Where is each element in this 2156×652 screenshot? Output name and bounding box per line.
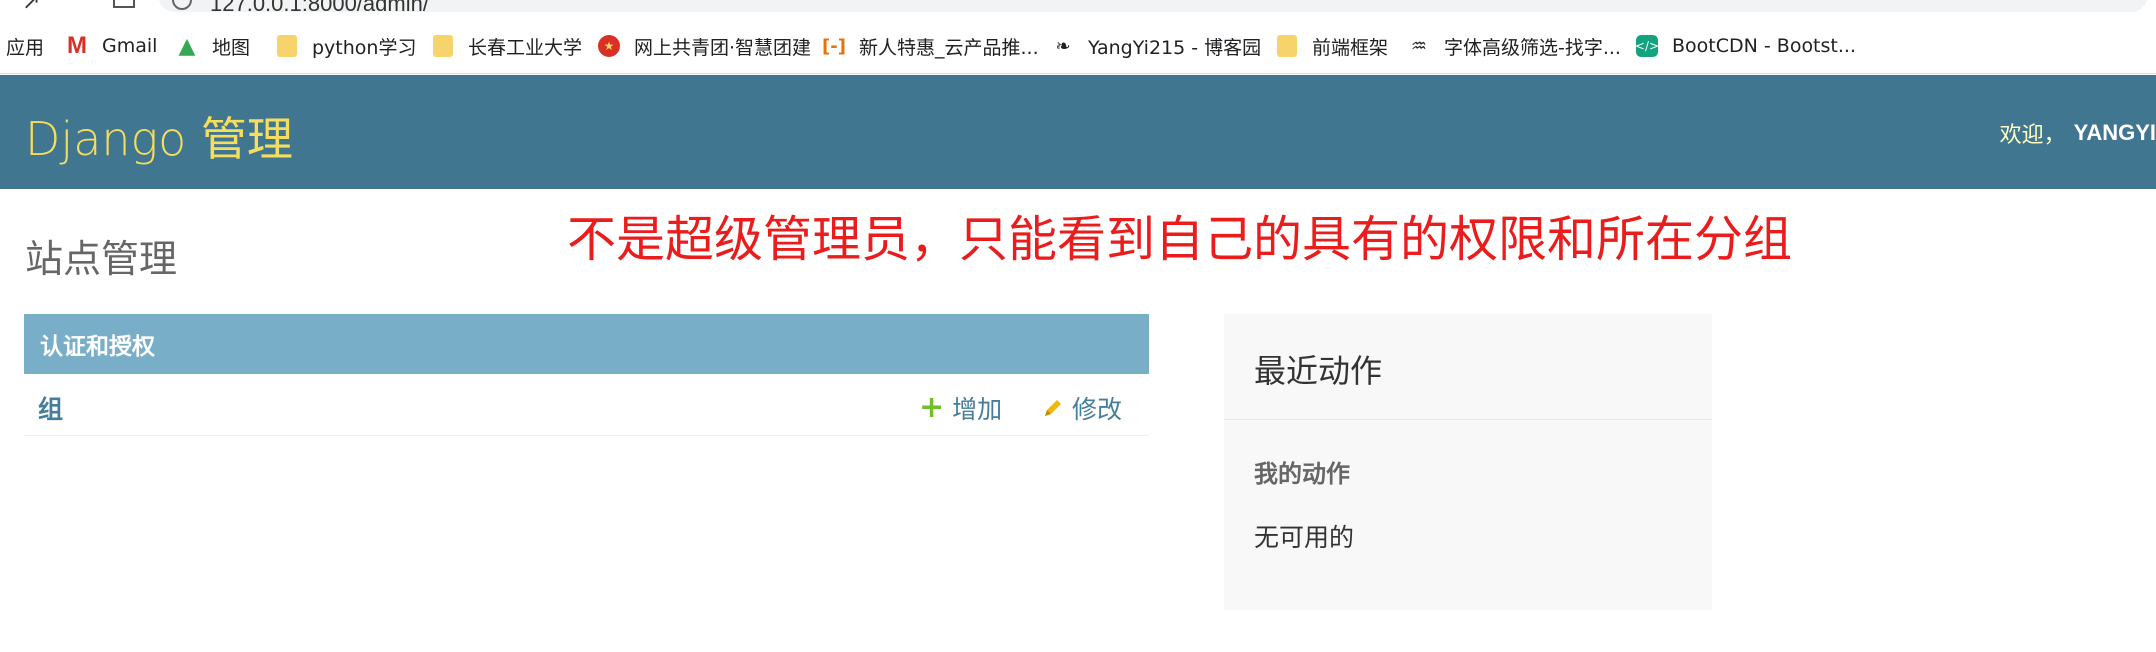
bookmark-label: 字体高级筛选-找字... [1444, 36, 1621, 59]
bookmark-label: 长春工业大学 [468, 36, 583, 59]
bookmark-label: 网上共青团·智慧团建 [634, 36, 812, 59]
bookmark-youth-league[interactable]: ★ 网上共青团·智慧团建 [598, 18, 811, 74]
app-module-auth: 认证和授权 组 + 增加 修改 [24, 314, 1149, 436]
bootcdn-icon: </> [1635, 35, 1659, 57]
model-row-groups: 组 + 增加 修改 [24, 374, 1149, 436]
back-arrow-icon[interactable]: ↗ [22, 0, 40, 15]
bookmark-maps[interactable]: ▲ 地图 [176, 18, 250, 74]
home-icon[interactable] [113, 0, 135, 8]
welcome-text: 欢迎， [1999, 123, 2066, 148]
site-branding[interactable]: Django 管理 [25, 103, 293, 169]
my-actions-heading: 我的动作 [1254, 460, 1350, 488]
bookmark-python[interactable]: python学习 [276, 18, 416, 74]
bookmark-label: 新人特惠_云产品推... [859, 36, 1039, 59]
folder-icon [432, 35, 454, 57]
bookmark-aliyun[interactable]: [-] 新人特惠_云产品推... [822, 18, 1039, 74]
bookmark-fonts[interactable]: ♒ 字体高级筛选-找字... [1408, 18, 1621, 74]
model-link-groups[interactable]: 组 [38, 390, 63, 426]
no-actions-text: 无可用的 [1254, 523, 1355, 552]
add-button[interactable]: + 增加 [919, 390, 1002, 426]
change-label: 修改 [1072, 395, 1123, 424]
font-icon: ♒ [1410, 35, 1428, 57]
bookmark-label: BootCDN - Bootst... [1672, 35, 1856, 57]
gmail-icon: M [67, 32, 87, 59]
bookmarks-bar: 应用 M Gmail ▲ 地图 python学习 长春工业大学 ★ 网上共青团·… [0, 18, 2156, 74]
address-bar[interactable]: 127.0.0.1:8000/admin/ [158, 0, 2148, 16]
add-label: 增加 [952, 395, 1003, 424]
bookmark-label: 前端框架 [1312, 36, 1389, 59]
bookmark-label: Gmail [102, 35, 158, 57]
folder-icon [1276, 35, 1298, 57]
bookmark-frontend[interactable]: 前端框架 [1276, 18, 1388, 74]
pencil-icon [1042, 397, 1064, 419]
user-tools: 欢迎， YANGYI [2000, 117, 2156, 149]
bookmark-ccut[interactable]: 长春工业大学 [432, 18, 582, 74]
cnblogs-icon: ❧ [1055, 35, 1071, 57]
maps-icon: ▲ [178, 33, 196, 59]
admin-header: Django 管理 欢迎， YANGYI [0, 75, 2156, 189]
address-url[interactable]: 127.0.0.1:8000/admin/ [210, 0, 429, 17]
bookmark-label: 应用 [6, 36, 45, 59]
change-button[interactable]: 修改 [1042, 390, 1122, 426]
divider [1224, 419, 1712, 420]
page-title: 站点管理 [25, 237, 178, 281]
youth-league-icon: ★ [598, 35, 620, 57]
recent-actions-panel: 最近动作 我的动作 无可用的 [1224, 314, 1712, 610]
plus-icon: + [919, 390, 945, 425]
recent-actions-title: 最近动作 [1254, 352, 1383, 390]
bookmark-label: python学习 [312, 36, 417, 59]
bookmark-label: 地图 [212, 36, 251, 59]
bookmark-gmail[interactable]: M Gmail [66, 18, 157, 74]
browser-toolbar: ↗ 127.0.0.1:8000/admin/ [0, 0, 2156, 18]
folder-icon [276, 35, 298, 57]
annotation-text: 不是超级管理员，只能看到自己的具有的权限和所在分组 [567, 211, 1793, 268]
bookmark-apps[interactable]: 应用 [6, 18, 44, 74]
bookmark-cnblogs[interactable]: ❧ YangYi215 - 博客园 [1052, 18, 1261, 74]
username: YANGYI [2073, 120, 2156, 145]
bookmark-label: YangYi215 - 博客园 [1088, 36, 1262, 59]
info-icon[interactable] [172, 0, 192, 10]
aliyun-icon: [-] [822, 35, 846, 57]
module-caption[interactable]: 认证和授权 [24, 314, 1149, 374]
bookmark-bootcdn[interactable]: </> BootCDN - Bootst... [1635, 18, 1856, 74]
